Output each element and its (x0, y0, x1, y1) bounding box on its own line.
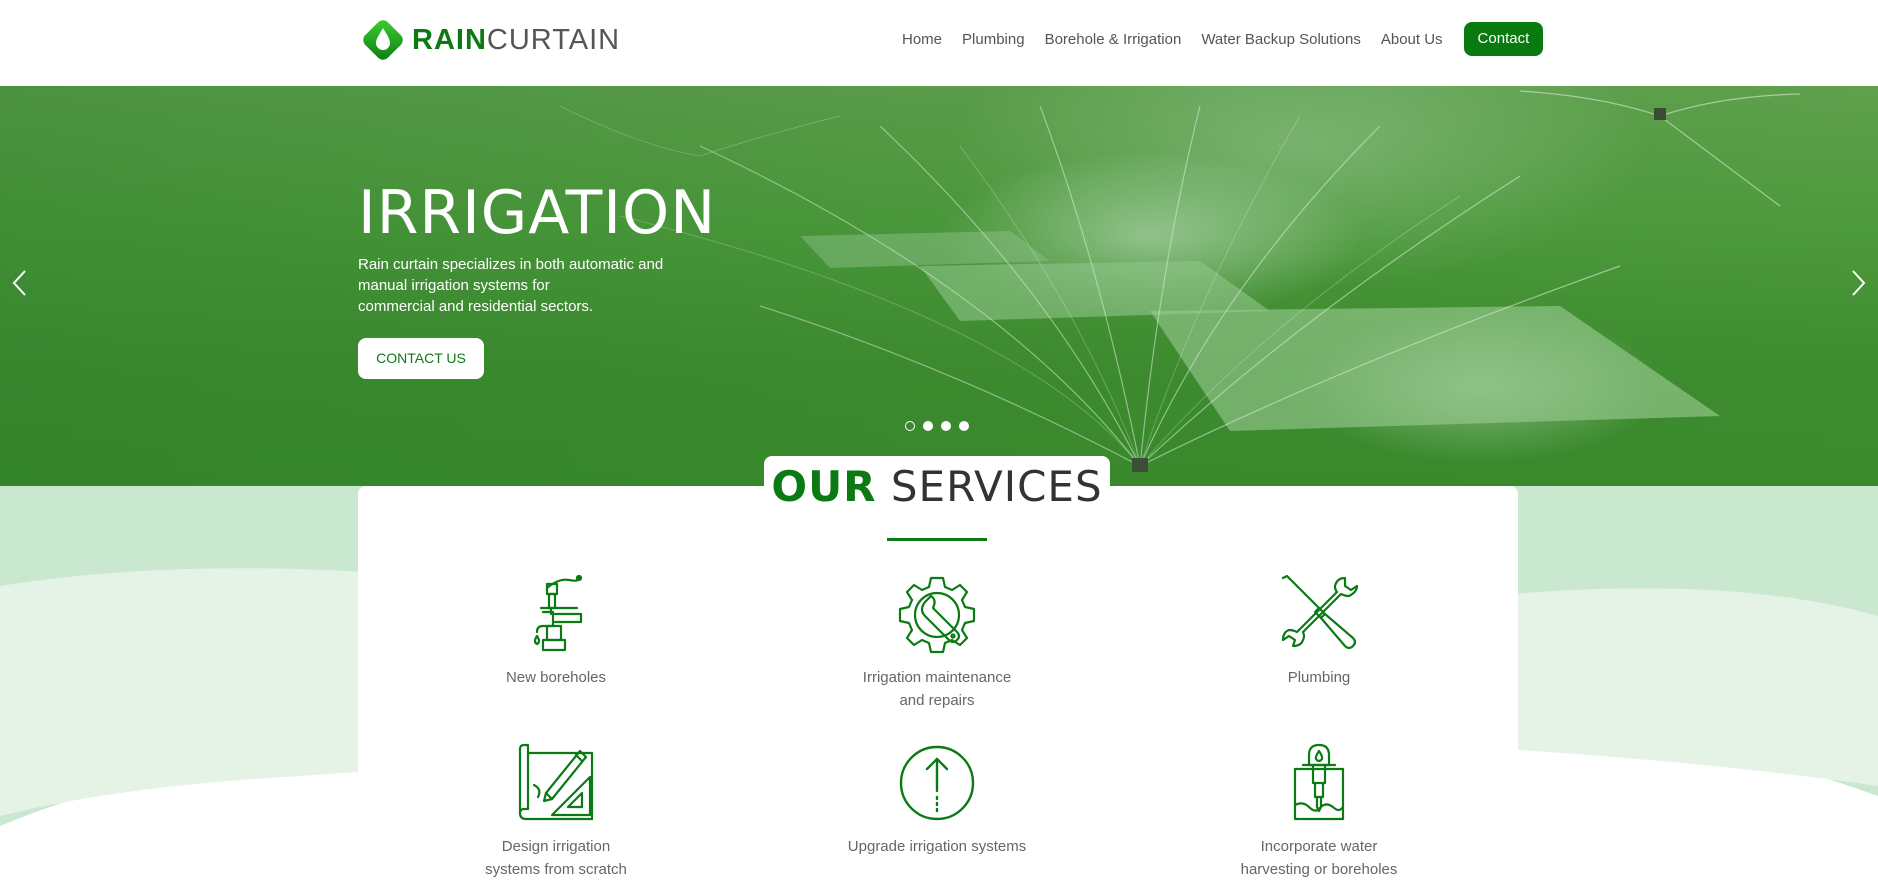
slider-dot[interactable] (941, 421, 951, 431)
service-water-harvesting[interactable]: Incorporate water harvesting or borehole… (1189, 743, 1449, 881)
service-label-line: Design irrigation (501, 838, 611, 855)
blueprint-pencil-icon (518, 743, 594, 821)
hero-description-line: Rain curtain specializes in both automat… (358, 256, 664, 273)
borehole-pump-icon (533, 574, 583, 652)
hero-slider: IRRIGATION Rain curtain specializes in b… (0, 86, 1878, 486)
site-header: RAINCURTAIN Home Plumbing Borehole & Irr… (0, 0, 1878, 86)
service-plumbing[interactable]: Plumbing (1189, 574, 1449, 689)
service-label: Incorporate water harvesting or borehole… (1189, 835, 1449, 881)
chevron-left-icon[interactable] (8, 268, 32, 298)
service-label-line: and repairs (899, 692, 975, 709)
service-label-line: Irrigation maintenance (862, 669, 1012, 686)
slider-dot[interactable] (959, 421, 969, 431)
service-label: Plumbing (1189, 666, 1449, 689)
slider-dot[interactable] (923, 421, 933, 431)
service-label: New boreholes (426, 666, 686, 689)
logo-text-rain: RAIN (412, 24, 487, 56)
service-new-boreholes[interactable]: New boreholes (426, 574, 686, 689)
slider-dot[interactable] (905, 421, 915, 431)
nav-about-us[interactable]: About Us (1381, 31, 1443, 48)
service-label-line: Incorporate water (1260, 838, 1378, 855)
screwdriver-wrench-icon (1281, 574, 1359, 650)
nav-borehole-irrigation[interactable]: Borehole & Irrigation (1045, 31, 1182, 48)
nav-contact-button[interactable]: Contact (1463, 22, 1544, 56)
service-label: Design irrigation systems from scratch (426, 835, 686, 881)
service-label: Irrigation maintenance and repairs (807, 666, 1067, 712)
service-design-irrigation[interactable]: Design irrigation systems from scratch (426, 743, 686, 881)
services-title-services: SERVICES (890, 462, 1103, 511)
services-title: OUR SERVICES (764, 462, 1110, 511)
hero-description-line: manual irrigation systems for (358, 277, 550, 294)
service-upgrade-irrigation[interactable]: Upgrade irrigation systems (807, 743, 1067, 858)
service-label-line: Upgrade irrigation systems (847, 838, 1027, 855)
nav-plumbing[interactable]: Plumbing (962, 31, 1025, 48)
gear-wrench-icon (898, 576, 976, 654)
service-label: Upgrade irrigation systems (807, 835, 1067, 858)
slider-dots (905, 421, 977, 431)
logo[interactable]: RAINCURTAIN (360, 17, 620, 63)
main-nav: Home Plumbing Borehole & Irrigation Wate… (902, 22, 1544, 56)
service-label-line: New boreholes (505, 669, 607, 686)
nav-water-backup[interactable]: Water Backup Solutions (1201, 31, 1361, 48)
nav-home[interactable]: Home (902, 31, 942, 48)
services-title-our: OUR (771, 462, 877, 511)
hero-title: IRRIGATION (358, 178, 717, 248)
raindrop-logo-icon (360, 17, 406, 63)
water-harvesting-icon (1293, 743, 1345, 821)
hero-contact-button[interactable]: CONTACT US (358, 338, 484, 379)
chevron-right-icon[interactable] (1846, 268, 1870, 298)
hero-description-line: commercial and residential sectors. (358, 298, 594, 315)
upgrade-arrow-icon (899, 745, 975, 821)
service-label-line: systems from scratch (485, 861, 627, 878)
logo-text-curtain: CURTAIN (486, 24, 621, 56)
logo-text: RAINCURTAIN (412, 17, 620, 63)
service-label-line: harvesting or boreholes (1240, 861, 1398, 878)
service-irrigation-maintenance[interactable]: Irrigation maintenance and repairs (807, 574, 1067, 712)
hero-description: Rain curtain specializes in both automat… (358, 254, 678, 317)
title-underline (887, 538, 987, 541)
service-label-line: Plumbing (1287, 669, 1351, 686)
